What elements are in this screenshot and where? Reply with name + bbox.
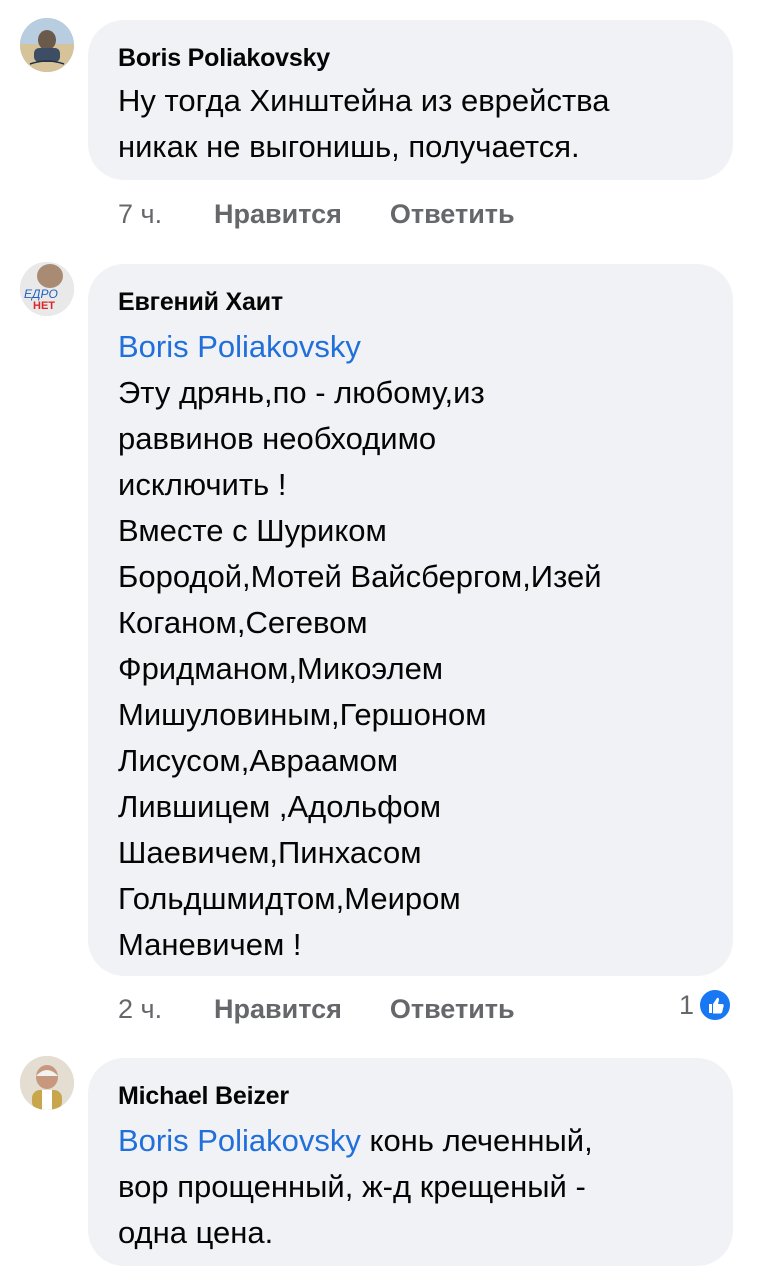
reaction-number: 1 xyxy=(678,989,694,1020)
comment-meta: 7 ч. Нравится Ответить xyxy=(118,197,563,231)
mention-link[interactable]: Boris Poliakovsky xyxy=(118,324,703,370)
reply-button[interactable]: Ответить xyxy=(390,992,515,1026)
avatar-image xyxy=(20,1056,74,1110)
like-button[interactable]: Нравится xyxy=(214,992,342,1026)
comment-meta: 2 ч. Нравится Ответить xyxy=(118,992,563,1026)
avatar-michael[interactable] xyxy=(20,1056,74,1110)
comment-author[interactable]: Евгений Хаит xyxy=(118,286,703,318)
avatar-boris[interactable] xyxy=(20,18,74,72)
avatar-image xyxy=(20,18,74,72)
comment-time[interactable]: 2 ч. xyxy=(118,992,214,1026)
avatar-evgeniy[interactable]: ЕДРО НЕТ xyxy=(20,262,74,316)
comment-author[interactable]: Michael Beizer xyxy=(118,1080,703,1112)
comment-bubble: Michael Beizer Boris Poliakovsky конь ле… xyxy=(88,1058,733,1266)
avatar-badge-top: ЕДРО xyxy=(24,287,58,301)
like-button[interactable]: Нравится xyxy=(214,197,342,231)
comment-author[interactable]: Boris Poliakovsky xyxy=(118,42,703,74)
comment-time[interactable]: 7 ч. xyxy=(118,197,214,231)
comment-text: Эту дрянь,по - любому,из раввинов необхо… xyxy=(118,375,602,962)
reply-button[interactable]: Ответить xyxy=(390,197,515,231)
comment-text: Ну тогда Хинштейна из еврейства никак не… xyxy=(118,83,610,164)
thumbs-up-icon xyxy=(698,988,732,1022)
comment-first-line: Boris Poliakovsky конь леченный, xyxy=(118,1118,703,1164)
avatar-image: ЕДРО НЕТ xyxy=(20,262,74,316)
comment-text-inline: конь леченный, xyxy=(360,1123,593,1158)
mention-link[interactable]: Boris Poliakovsky xyxy=(118,1123,361,1158)
avatar-badge-bottom: НЕТ xyxy=(33,300,55,312)
comment-text: вор прощенный, ж-д крещеный - одна цена. xyxy=(118,1169,586,1250)
comment-bubble: Boris Poliakovsky Ну тогда Хинштейна из … xyxy=(88,20,733,180)
reaction-count[interactable]: 1 xyxy=(679,988,732,1022)
comment-bubble: Евгений Хаит Boris Poliakovsky Эту дрянь… xyxy=(88,264,733,976)
